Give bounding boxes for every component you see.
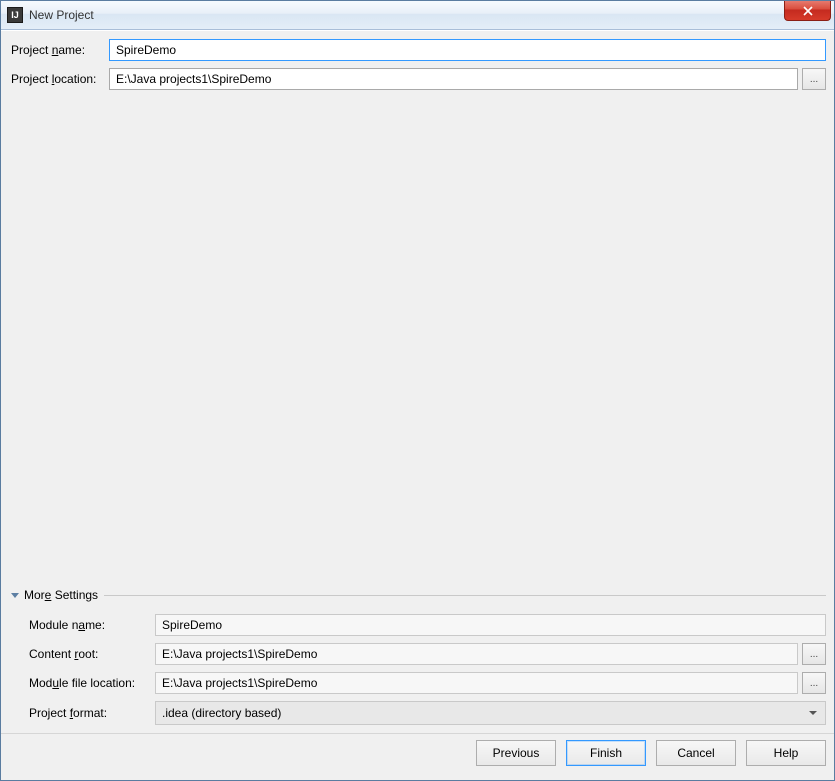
project-location-browse-button[interactable]: ... [802,68,826,90]
content-root-label: Content root: [27,647,155,661]
content-root-row: Content root: ... [27,643,826,665]
close-icon [802,6,814,16]
close-button[interactable] [784,1,831,21]
module-name-input[interactable] [155,614,826,636]
finish-button[interactable]: Finish [566,740,646,766]
project-format-row: Project format: .idea (directory based) [27,701,826,725]
client-area: Project name: Project location: ... More… [1,30,834,780]
project-location-label: Project location: [9,72,109,86]
project-format-select[interactable]: .idea (directory based) [155,701,826,725]
content-area: Project name: Project location: ... More… [9,39,826,732]
module-name-label: Module name: [27,618,155,632]
app-icon: IJ [7,7,23,23]
chevron-down-icon [809,711,817,715]
module-name-row: Module name: [27,614,826,636]
content-root-browse-button[interactable]: ... [802,643,826,665]
module-file-location-browse-button[interactable]: ... [802,672,826,694]
project-format-value: .idea (directory based) [162,706,281,720]
help-button[interactable]: Help [746,740,826,766]
module-file-location-input[interactable] [155,672,798,694]
content-root-input[interactable] [155,643,798,665]
new-project-dialog: IJ New Project Project name: Project loc… [0,0,835,781]
button-bar: Previous Finish Cancel Help [9,740,826,770]
project-name-row: Project name: [9,39,826,61]
more-settings-title: More Settings [24,588,98,602]
project-location-input[interactable] [109,68,798,90]
more-settings-body: Module name: Content root: ... Modul [9,614,826,725]
module-file-location-row: Module file location: ... [27,672,826,694]
disclosure-triangle-icon [11,593,19,598]
cancel-button[interactable]: Cancel [656,740,736,766]
module-file-location-label: Module file location: [27,676,155,690]
separator-line [104,595,826,596]
footer-separator [1,733,834,734]
project-name-label: Project name: [9,43,109,57]
project-location-row: Project location: ... [9,68,826,90]
previous-button[interactable]: Previous [476,740,556,766]
titlebar: IJ New Project [1,1,834,30]
more-settings-header[interactable]: More Settings [9,588,826,602]
window-title: New Project [29,8,94,22]
project-format-label: Project format: [27,706,155,720]
more-settings-section: More Settings Module name: Content root: [9,588,826,732]
project-name-input[interactable] [109,39,826,61]
